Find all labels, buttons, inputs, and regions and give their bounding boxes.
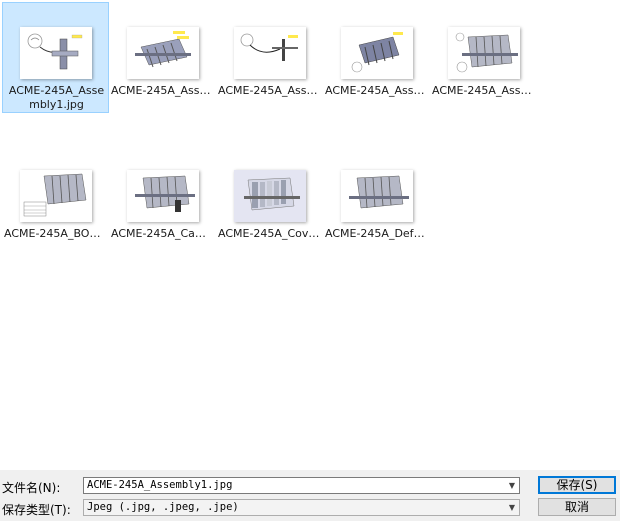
file-item[interactable]: ACME-245A_BOM.jpg <box>2 145 109 256</box>
filetype-value: Jpeg (.jpg, .jpeg, .jpe) <box>87 501 239 513</box>
chevron-down-icon[interactable]: ▼ <box>509 500 515 515</box>
file-name: ACME-245A_Assem... <box>432 84 537 97</box>
file-item[interactable]: ACME-245A_Defaul... <box>323 145 430 256</box>
bom-thumbnail-icon <box>20 170 92 222</box>
assembly-thumbnail-icon <box>20 27 92 79</box>
chevron-down-icon[interactable]: ▼ <box>509 478 515 493</box>
file-name: ACME-245A_Assembly1.jpg <box>8 84 105 111</box>
default-thumbnail-icon <box>341 170 413 222</box>
file-list-area[interactable]: ACME-245A_Assembly1.jpg ACME-245A_Assem.… <box>0 0 620 470</box>
file-name: ACME-245A_Cover.... <box>218 227 323 240</box>
save-dialog-footer: 文件名(N): ACME-245A_Assembly1.jpg ▼ 保存类型(T… <box>0 470 620 521</box>
filetype-label: 保存类型(T): <box>2 503 71 517</box>
cover-thumbnail-icon <box>234 170 306 222</box>
file-name: ACME-245A_Assem... <box>325 84 430 97</box>
file-name: ACME-245A_Defaul... <box>325 227 430 240</box>
file-item-assembly1[interactable]: ACME-245A_Assembly1.jpg <box>2 2 109 113</box>
file-item[interactable]: ACME-245A_Cover.... <box>216 145 323 256</box>
file-name: ACME-245A_Camer... <box>111 227 216 240</box>
file-item[interactable]: ACME-245A_Assem... <box>216 2 323 113</box>
filename-value: ACME-245A_Assembly1.jpg <box>87 479 233 491</box>
assembly-thumbnail-icon <box>127 27 199 79</box>
file-item[interactable]: ACME-245A_Assem... <box>323 2 430 113</box>
camera-thumbnail-icon <box>127 170 199 222</box>
file-item[interactable]: ACME-245A_Camer... <box>109 145 216 256</box>
save-button[interactable]: 保存(S) <box>538 476 616 494</box>
assembly-thumbnail-icon <box>341 27 413 79</box>
cancel-button[interactable]: 取消 <box>538 498 616 516</box>
filetype-select[interactable]: Jpeg (.jpg, .jpeg, .jpe) ▼ <box>83 499 520 516</box>
filename-label: 文件名(N): <box>2 481 61 495</box>
file-item[interactable]: ACME-245A_Assem... <box>430 2 537 113</box>
file-name: ACME-245A_BOM.jpg <box>4 227 109 240</box>
file-name: ACME-245A_Assem... <box>218 84 323 97</box>
assembly-thumbnail-icon <box>448 27 520 79</box>
file-item[interactable]: ACME-245A_Assem... <box>109 2 216 113</box>
assembly-thumbnail-icon <box>234 27 306 79</box>
filename-input[interactable]: ACME-245A_Assembly1.jpg ▼ <box>83 477 520 494</box>
file-name: ACME-245A_Assem... <box>111 84 216 97</box>
